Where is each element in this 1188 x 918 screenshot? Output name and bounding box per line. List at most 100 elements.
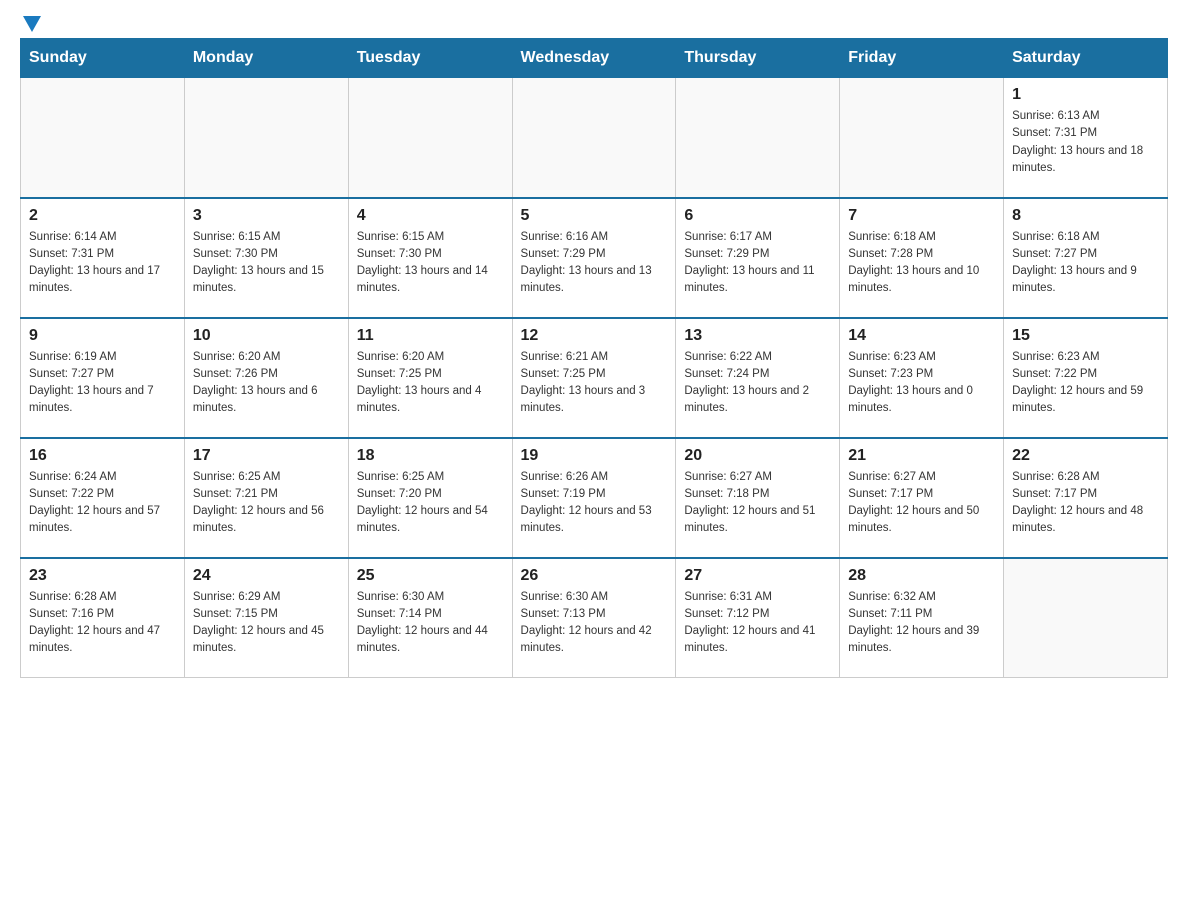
day-number: 16 (29, 447, 176, 465)
day-number: 20 (684, 447, 831, 465)
calendar-cell: 7 Sunrise: 6:18 AMSunset: 7:28 PMDaylight… (840, 198, 1004, 318)
calendar-cell: 22Sunrise: 6:28 AMSunset: 7:17 PMDayligh… (1004, 438, 1168, 558)
day-number: 24 (193, 567, 340, 585)
calendar-cell (676, 78, 840, 198)
calendar-cell: 18 Sunrise: 6:25 AMSunset: 7:20 PMDayligh… (348, 438, 512, 558)
calendar-week-row: 23 Sunrise: 6:28 AMSunset: 7:16 PMDayligh… (21, 558, 1168, 678)
day-info: Sunrise: 6:15 AMSunset: 7:30 PMDaylight:… (193, 229, 340, 298)
day-info: Sunrise: 6:23 AMSunset: 7:23 PMDaylight:… (848, 349, 995, 418)
day-number: 1 (1012, 86, 1159, 104)
day-info: Sunrise: 6:27 AMSunset: 7:17 PMDaylight:… (848, 469, 995, 538)
day-number: 18 (357, 447, 504, 465)
day-info: Sunrise: 6:17 AMSunset: 7:29 PMDaylight:… (684, 229, 831, 298)
calendar-header-monday: Monday (184, 39, 348, 78)
calendar-header-friday: Friday (840, 39, 1004, 78)
day-number: 10 (193, 327, 340, 345)
calendar-cell: 8 Sunrise: 6:18 AMSunset: 7:27 PMDaylight… (1004, 198, 1168, 318)
day-info: Sunrise: 6:18 AMSunset: 7:27 PMDaylight:… (1012, 229, 1159, 298)
day-number: 15 (1012, 327, 1159, 345)
calendar-table: SundayMondayTuesdayWednesdayThursdayFrid… (20, 38, 1168, 678)
day-info: Sunrise: 6:32 AMSunset: 7:11 PMDaylight:… (848, 589, 995, 658)
calendar-cell: 17 Sunrise: 6:25 AMSunset: 7:21 PMDayligh… (184, 438, 348, 558)
calendar-cell (1004, 558, 1168, 678)
day-info: Sunrise: 6:19 AMSunset: 7:27 PMDaylight:… (29, 349, 176, 418)
calendar-week-row: 1Sunrise: 6:13 AMSunset: 7:31 PMDaylight… (21, 78, 1168, 198)
calendar-header-thursday: Thursday (676, 39, 840, 78)
day-number: 11 (357, 327, 504, 345)
day-info: Sunrise: 6:15 AMSunset: 7:30 PMDaylight:… (357, 229, 504, 298)
day-info: Sunrise: 6:25 AMSunset: 7:21 PMDaylight:… (193, 469, 340, 538)
calendar-header-sunday: Sunday (21, 39, 185, 78)
day-info: Sunrise: 6:30 AMSunset: 7:13 PMDaylight:… (521, 589, 668, 658)
calendar-cell: 9 Sunrise: 6:19 AMSunset: 7:27 PMDaylight… (21, 318, 185, 438)
day-number: 12 (521, 327, 668, 345)
calendar-cell: 6 Sunrise: 6:17 AMSunset: 7:29 PMDaylight… (676, 198, 840, 318)
day-number: 26 (521, 567, 668, 585)
day-number: 7 (848, 207, 995, 225)
calendar-week-row: 9 Sunrise: 6:19 AMSunset: 7:27 PMDaylight… (21, 318, 1168, 438)
day-number: 23 (29, 567, 176, 585)
calendar-cell (512, 78, 676, 198)
day-number: 5 (521, 207, 668, 225)
calendar-cell: 10 Sunrise: 6:20 AMSunset: 7:26 PMDayligh… (184, 318, 348, 438)
page-header (20, 20, 1168, 28)
day-info: Sunrise: 6:16 AMSunset: 7:29 PMDaylight:… (521, 229, 668, 298)
day-number: 21 (848, 447, 995, 465)
day-number: 14 (848, 327, 995, 345)
calendar-cell: 27 Sunrise: 6:31 AMSunset: 7:12 PMDayligh… (676, 558, 840, 678)
day-info: Sunrise: 6:30 AMSunset: 7:14 PMDaylight:… (357, 589, 504, 658)
calendar-cell: 21 Sunrise: 6:27 AMSunset: 7:17 PMDayligh… (840, 438, 1004, 558)
calendar-week-row: 2Sunrise: 6:14 AMSunset: 7:31 PMDaylight… (21, 198, 1168, 318)
calendar-header-wednesday: Wednesday (512, 39, 676, 78)
calendar-cell: 13 Sunrise: 6:22 AMSunset: 7:24 PMDayligh… (676, 318, 840, 438)
calendar-cell: 4 Sunrise: 6:15 AMSunset: 7:30 PMDaylight… (348, 198, 512, 318)
calendar-cell: 16 Sunrise: 6:24 AMSunset: 7:22 PMDayligh… (21, 438, 185, 558)
calendar-cell: 2Sunrise: 6:14 AMSunset: 7:31 PMDaylight… (21, 198, 185, 318)
day-number: 13 (684, 327, 831, 345)
day-info: Sunrise: 6:28 AMSunset: 7:16 PMDaylight:… (29, 589, 176, 658)
calendar-cell: 14 Sunrise: 6:23 AMSunset: 7:23 PMDayligh… (840, 318, 1004, 438)
day-info: Sunrise: 6:20 AMSunset: 7:25 PMDaylight:… (357, 349, 504, 418)
calendar-cell (184, 78, 348, 198)
day-info: Sunrise: 6:23 AMSunset: 7:22 PMDaylight:… (1012, 349, 1159, 418)
calendar-cell: 23 Sunrise: 6:28 AMSunset: 7:16 PMDayligh… (21, 558, 185, 678)
calendar-header-tuesday: Tuesday (348, 39, 512, 78)
day-info: Sunrise: 6:22 AMSunset: 7:24 PMDaylight:… (684, 349, 831, 418)
day-info: Sunrise: 6:26 AMSunset: 7:19 PMDaylight:… (521, 469, 668, 538)
calendar-cell: 26 Sunrise: 6:30 AMSunset: 7:13 PMDayligh… (512, 558, 676, 678)
calendar-cell: 19 Sunrise: 6:26 AMSunset: 7:19 PMDayligh… (512, 438, 676, 558)
calendar-cell: 12 Sunrise: 6:21 AMSunset: 7:25 PMDayligh… (512, 318, 676, 438)
calendar-cell: 11 Sunrise: 6:20 AMSunset: 7:25 PMDayligh… (348, 318, 512, 438)
calendar-cell: 28 Sunrise: 6:32 AMSunset: 7:11 PMDayligh… (840, 558, 1004, 678)
day-info: Sunrise: 6:21 AMSunset: 7:25 PMDaylight:… (521, 349, 668, 418)
day-info: Sunrise: 6:20 AMSunset: 7:26 PMDaylight:… (193, 349, 340, 418)
logo (20, 20, 41, 28)
calendar-header-row: SundayMondayTuesdayWednesdayThursdayFrid… (21, 39, 1168, 78)
day-number: 19 (521, 447, 668, 465)
calendar-cell: 1Sunrise: 6:13 AMSunset: 7:31 PMDaylight… (1004, 78, 1168, 198)
day-number: 2 (29, 207, 176, 225)
calendar-cell (840, 78, 1004, 198)
calendar-cell (348, 78, 512, 198)
day-number: 17 (193, 447, 340, 465)
day-number: 4 (357, 207, 504, 225)
calendar-cell: 15 Sunrise: 6:23 AMSunset: 7:22 PMDayligh… (1004, 318, 1168, 438)
day-info: Sunrise: 6:29 AMSunset: 7:15 PMDaylight:… (193, 589, 340, 658)
day-number: 6 (684, 207, 831, 225)
day-info: Sunrise: 6:25 AMSunset: 7:20 PMDaylight:… (357, 469, 504, 538)
calendar-cell: 20 Sunrise: 6:27 AMSunset: 7:18 PMDayligh… (676, 438, 840, 558)
day-info: Sunrise: 6:24 AMSunset: 7:22 PMDaylight:… (29, 469, 176, 538)
calendar-cell: 5 Sunrise: 6:16 AMSunset: 7:29 PMDaylight… (512, 198, 676, 318)
day-number: 28 (848, 567, 995, 585)
day-number: 3 (193, 207, 340, 225)
day-number: 8 (1012, 207, 1159, 225)
day-info: Sunrise: 6:18 AMSunset: 7:28 PMDaylight:… (848, 229, 995, 298)
day-info: Sunrise: 6:28 AMSunset: 7:17 PMDaylight:… (1012, 469, 1159, 538)
calendar-week-row: 16 Sunrise: 6:24 AMSunset: 7:22 PMDayligh… (21, 438, 1168, 558)
calendar-header-saturday: Saturday (1004, 39, 1168, 78)
day-info: Sunrise: 6:27 AMSunset: 7:18 PMDaylight:… (684, 469, 831, 538)
calendar-cell: 24 Sunrise: 6:29 AMSunset: 7:15 PMDayligh… (184, 558, 348, 678)
day-number: 27 (684, 567, 831, 585)
day-number: 9 (29, 327, 176, 345)
day-info: Sunrise: 6:31 AMSunset: 7:12 PMDaylight:… (684, 589, 831, 658)
